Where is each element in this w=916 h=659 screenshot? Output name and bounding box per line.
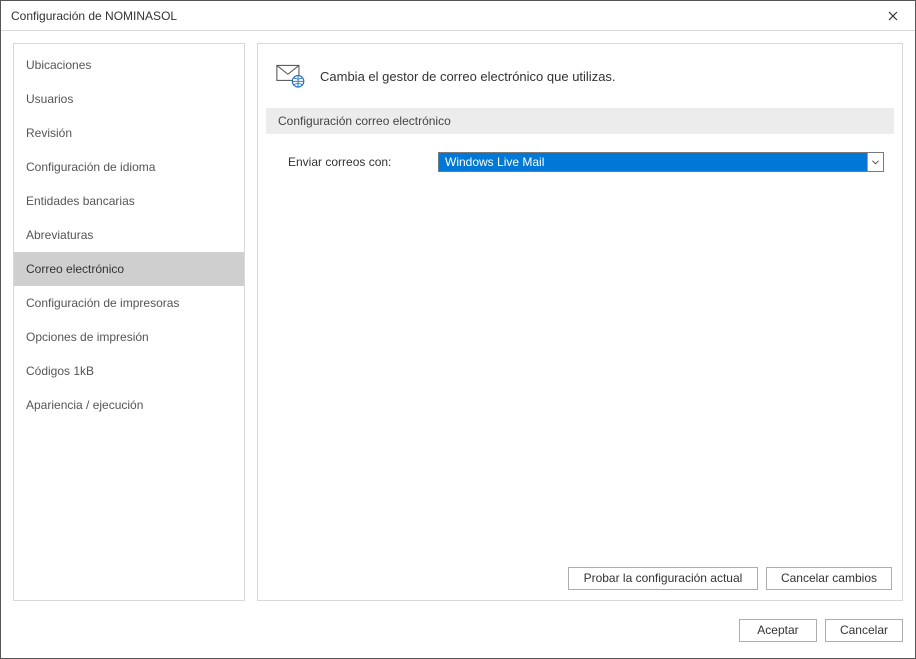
dialog-footer: Aceptar Cancelar	[1, 613, 915, 647]
mail-globe-icon	[276, 62, 306, 90]
ok-button[interactable]: Aceptar	[739, 619, 817, 642]
sidebar-item-usuarios[interactable]: Usuarios	[14, 82, 244, 116]
cancel-button[interactable]: Cancelar	[825, 619, 903, 642]
main-panel: Cambia el gestor de correo electrónico q…	[257, 43, 903, 601]
panel-header: Cambia el gestor de correo electrónico q…	[258, 44, 902, 108]
sidebar-item-abreviaturas[interactable]: Abreviaturas	[14, 218, 244, 252]
sidebar-item-impresoras[interactable]: Configuración de impresoras	[14, 286, 244, 320]
send-with-combo[interactable]: Windows Live Mail	[438, 152, 884, 172]
sidebar-item-entidades[interactable]: Entidades bancarias	[14, 184, 244, 218]
sidebar-item-apariencia[interactable]: Apariencia / ejecución	[14, 388, 244, 422]
window-title: Configuración de NOMINASOL	[11, 9, 177, 23]
sidebar-item-ubicaciones[interactable]: Ubicaciones	[14, 48, 244, 82]
sidebar-item-correo[interactable]: Correo electrónico	[14, 252, 244, 286]
chevron-down-icon	[872, 160, 879, 165]
combo-dropdown-button[interactable]	[867, 153, 883, 171]
close-button[interactable]	[870, 1, 915, 31]
sidebar-item-idioma[interactable]: Configuración de idioma	[14, 150, 244, 184]
content-area: Ubicaciones Usuarios Revisión Configurac…	[1, 31, 915, 613]
sidebar-item-revision[interactable]: Revisión	[14, 116, 244, 150]
panel-footer: Probar la configuración actual Cancelar …	[568, 567, 892, 590]
combo-selected-value: Windows Live Mail	[439, 153, 867, 171]
cancel-changes-button[interactable]: Cancelar cambios	[766, 567, 892, 590]
test-config-button[interactable]: Probar la configuración actual	[568, 567, 758, 590]
sidebar-item-opciones-impresion[interactable]: Opciones de impresión	[14, 320, 244, 354]
send-with-label: Enviar correos con:	[288, 155, 418, 169]
panel-description: Cambia el gestor de correo electrónico q…	[320, 69, 616, 84]
close-icon	[888, 11, 898, 21]
sidebar-item-codigos[interactable]: Códigos 1kB	[14, 354, 244, 388]
form-row-send-with: Enviar correos con: Windows Live Mail	[258, 134, 902, 172]
section-title: Configuración correo electrónico	[266, 108, 894, 134]
sidebar: Ubicaciones Usuarios Revisión Configurac…	[13, 43, 245, 601]
titlebar: Configuración de NOMINASOL	[1, 1, 915, 31]
